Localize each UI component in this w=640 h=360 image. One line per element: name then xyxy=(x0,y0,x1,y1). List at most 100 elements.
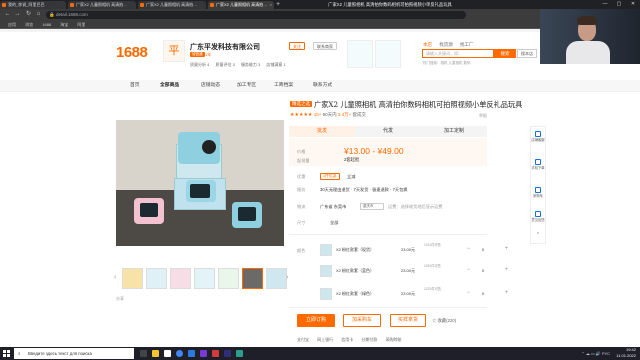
browser-tab[interactable]: 我的_你说_阿里巴巴 xyxy=(0,1,66,9)
scroll-top-icon[interactable]: ⌃ xyxy=(531,233,545,238)
share-link[interactable]: 分享 xyxy=(116,296,124,302)
increment-button[interactable]: + xyxy=(503,267,510,274)
store-icon[interactable] xyxy=(164,350,171,357)
increment-button[interactable]: + xyxy=(503,246,510,253)
app-icon[interactable] xyxy=(236,350,243,357)
nav-all-products[interactable]: 全部商品 xyxy=(160,80,179,92)
quantity-input[interactable]: 0 xyxy=(482,291,484,296)
thumbnail[interactable] xyxy=(266,268,287,289)
taskbar-search-input[interactable]: ⌕ Введите здесь текст для поиска xyxy=(14,348,134,359)
chat-icon xyxy=(535,131,541,137)
quantity-input[interactable]: 0 xyxy=(482,247,484,252)
decrement-button[interactable]: − xyxy=(465,267,472,274)
shop-name[interactable]: 广东平发科技有限公司 xyxy=(190,42,260,52)
tab-dropship[interactable]: 代发 xyxy=(355,126,421,137)
search-tab-factory[interactable]: 找工厂 xyxy=(460,42,474,47)
nav-home[interactable]: 首页 xyxy=(130,80,140,92)
browser-tab[interactable]: 广家X2 儿童照相机 高清拍… xyxy=(138,1,206,9)
bookmark-item[interactable]: 浏览 xyxy=(25,22,33,27)
camera-image xyxy=(134,198,164,224)
shop-stats: 质量分析 4 质量评估 3 服务能力 3 店铺满意 1 xyxy=(190,62,291,68)
increment-button[interactable]: + xyxy=(503,290,510,297)
thumbnail[interactable] xyxy=(194,268,215,289)
search-shop-button[interactable]: 搜本店 xyxy=(517,49,537,58)
windows-start-icon[interactable] xyxy=(3,350,10,357)
thumb-next-icon[interactable]: › xyxy=(286,274,288,281)
option-price: 23.00元 xyxy=(401,291,416,296)
premiere-icon[interactable] xyxy=(224,350,231,357)
tab-wholesale[interactable]: 批发 xyxy=(289,126,355,137)
ad-thumbnail[interactable] xyxy=(347,40,373,68)
app-icon[interactable] xyxy=(212,350,219,357)
browser-tab[interactable]: 广家X2 儿童照相机 高清拍… xyxy=(68,1,136,9)
favicon-icon xyxy=(2,3,6,7)
bookmark-item[interactable]: 1688 xyxy=(42,22,51,27)
review-count[interactable]: 10+ xyxy=(314,112,322,117)
maximize-icon[interactable]: ▢ xyxy=(612,0,626,9)
search-input[interactable]: 请输入关键词，如： xyxy=(422,49,494,58)
app-icon[interactable] xyxy=(188,350,195,357)
back-icon[interactable]: ← xyxy=(3,10,12,19)
contact-button[interactable]: 联系商家 xyxy=(313,42,337,50)
bookmark-item[interactable]: 淘宝 xyxy=(60,22,68,27)
chrome-icon[interactable] xyxy=(176,350,183,357)
option-name: X2 粉红款套（绿色） xyxy=(336,291,375,296)
rating-row: ★★★★★ 10+ 90天内 3.4万+ 套成交 xyxy=(290,112,366,118)
thumb-prev-icon[interactable]: ‹ xyxy=(114,274,116,281)
task-view-icon[interactable] xyxy=(140,350,147,357)
nav-business-info[interactable]: 工商档案 xyxy=(274,80,293,92)
clock[interactable]: 19:42 11.01.2022 xyxy=(616,347,636,359)
sidebar-item-feedback[interactable]: 意见反馈 xyxy=(531,211,545,222)
decrement-button[interactable]: − xyxy=(465,246,472,253)
thumbnail[interactable] xyxy=(170,268,191,289)
discount-value[interactable]: 立减 xyxy=(347,174,355,180)
quantity-input[interactable]: 0 xyxy=(482,268,484,273)
url-field[interactable]: 🔒 detail.1688.com xyxy=(46,10,466,19)
app-icon[interactable] xyxy=(200,350,207,357)
thumbnail-selected[interactable] xyxy=(242,268,263,289)
sidebar-item-mobile[interactable]: 手机下单 xyxy=(531,159,545,170)
sidebar-item-service[interactable]: 店铺客服 xyxy=(531,131,545,142)
bookmark-item[interactable]: 应用 xyxy=(8,22,16,27)
thumbnail[interactable] xyxy=(218,268,239,289)
thumbnail[interactable] xyxy=(122,268,143,289)
favorites-button[interactable]: ☆ 收藏(220) xyxy=(432,318,456,324)
buy-sample-button[interactable]: 买样拿货 xyxy=(390,314,426,327)
add-to-cart-button[interactable]: 加采购车 xyxy=(343,314,381,327)
nav-contact[interactable]: 联系方式 xyxy=(313,80,332,92)
option-stock: 1150件可售 xyxy=(424,264,441,268)
decrement-button[interactable]: − xyxy=(465,290,472,297)
order-now-button[interactable]: 立即订购 xyxy=(297,314,335,327)
reload-icon[interactable]: ↻ xyxy=(24,10,33,19)
shop-stat: 质量分析 4 xyxy=(190,62,210,67)
file-explorer-icon[interactable] xyxy=(152,350,159,357)
search-tab-source[interactable]: 找货源 xyxy=(439,42,453,47)
nav-dynamics[interactable]: 店铺动态 xyxy=(201,80,220,92)
minimize-icon[interactable]: — xyxy=(598,0,612,9)
report-link[interactable]: 举报 xyxy=(479,113,487,119)
option-image[interactable] xyxy=(320,265,332,277)
sidebar-item-cart[interactable]: 采购车 xyxy=(531,187,545,198)
size-value[interactable]: 全部 xyxy=(330,220,338,226)
taskbar: ⌕ Введите здесь текст для поиска ⌃ ☁ ▭ 🔊 … xyxy=(0,347,640,360)
shop-avatar[interactable]: 平 xyxy=(163,40,185,62)
home-icon[interactable]: ⌂ xyxy=(34,10,43,19)
ship-to-select[interactable]: 重庆市 xyxy=(360,203,384,210)
site-logo[interactable]: 1688 xyxy=(116,44,148,61)
thumbnail[interactable] xyxy=(146,268,167,289)
close-window-icon[interactable]: ✕ xyxy=(626,0,640,9)
ship-from: 广东省 东莞市 xyxy=(320,204,347,209)
forward-icon[interactable]: → xyxy=(13,10,22,19)
bookmark-item[interactable]: 阿里 xyxy=(77,22,85,27)
ad-thumbnail[interactable] xyxy=(375,40,401,68)
product-main-image[interactable] xyxy=(116,120,284,246)
option-price: 23.00元 xyxy=(401,268,416,273)
search-tab-shop[interactable]: 本店 xyxy=(423,42,432,47)
nav-processing[interactable]: 加工专区 xyxy=(237,80,256,92)
option-image[interactable] xyxy=(320,288,332,300)
option-image[interactable] xyxy=(320,244,332,256)
tab-custom[interactable]: 加工定制 xyxy=(421,126,487,137)
tray-icons[interactable]: ⌃ ☁ ▭ 🔊 РУС xyxy=(581,347,610,360)
search-button[interactable]: 搜索 xyxy=(494,49,516,58)
follow-button[interactable]: 关注 xyxy=(289,42,305,50)
